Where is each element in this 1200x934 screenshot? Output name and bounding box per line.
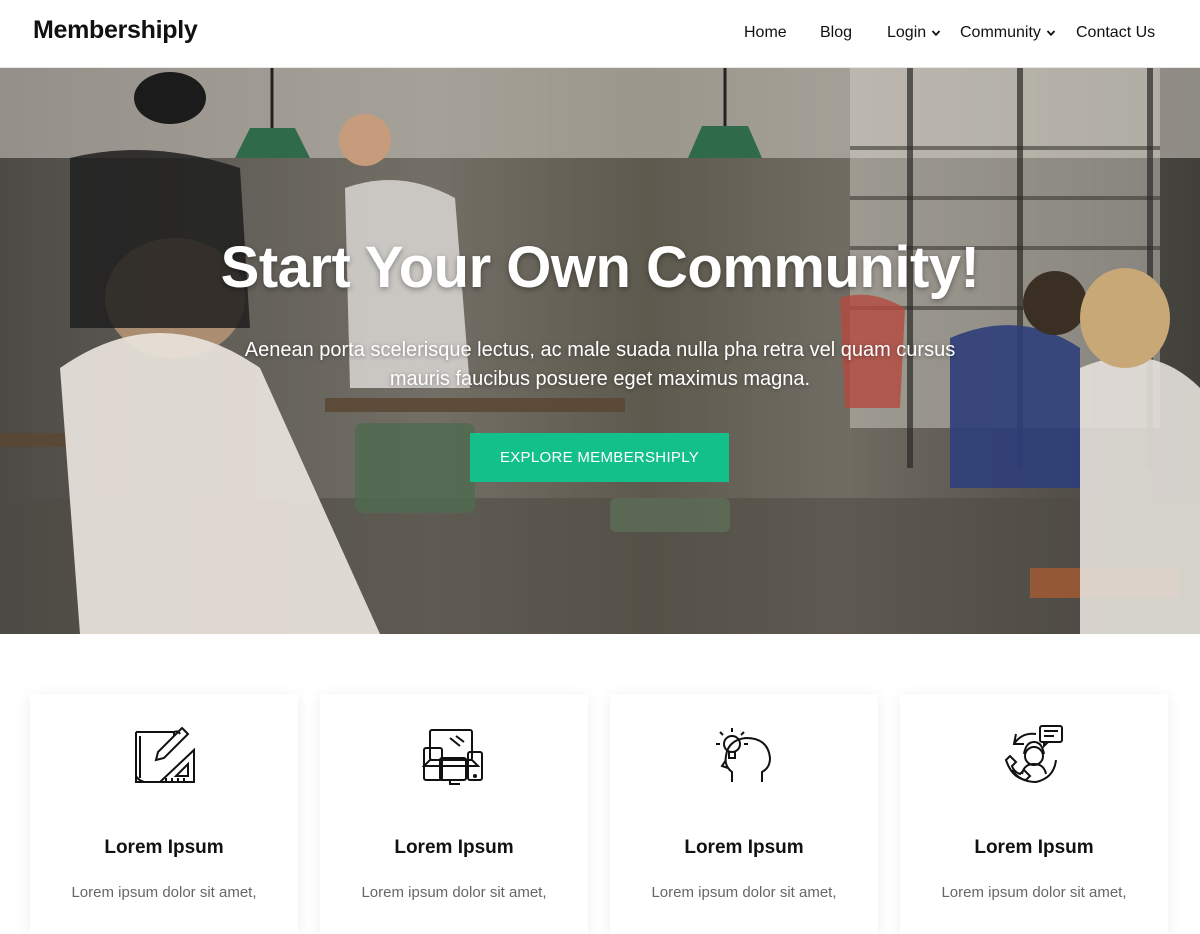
feature-text: Lorem ipsum dolor sit amet, <box>651 884 837 901</box>
blueprint-design-icon <box>135 726 195 783</box>
nav-item-blog[interactable]: Blog <box>820 24 852 42</box>
feature-card: Lorem Ipsum Lorem ipsum dolor sit amet, <box>900 694 1168 934</box>
feature-title: Lorem Ipsum <box>684 837 804 858</box>
explore-membershiply-button[interactable]: EXPLORE MEMBERSHIPLY <box>470 433 729 482</box>
feature-text: Lorem ipsum dolor sit amet, <box>941 884 1127 901</box>
nav-item-label: Home <box>744 24 787 41</box>
chevron-down-icon <box>1046 30 1056 37</box>
feature-card: Lorem Ipsum Lorem ipsum dolor sit amet, <box>320 694 588 934</box>
nav-item-label: Blog <box>820 24 853 41</box>
nav-item-community[interactable]: Community <box>960 24 1056 42</box>
feature-title: Lorem Ipsum <box>104 837 224 858</box>
nav-item-label: Community <box>960 24 1041 41</box>
feature-card: Lorem Ipsum Lorem ipsum dolor sit amet, <box>30 694 298 934</box>
feature-text: Lorem ipsum dolor sit amet, <box>71 884 257 901</box>
feature-title: Lorem Ipsum <box>974 837 1094 858</box>
feature-card: Lorem Ipsum Lorem ipsum dolor sit amet, <box>610 694 878 934</box>
features-section: Lorem Ipsum Lorem ipsum dolor sit amet, … <box>0 634 1200 934</box>
feature-title: Lorem Ipsum <box>394 837 514 858</box>
nav-item-label: Contact Us <box>1076 24 1156 41</box>
nav-item-label: Login <box>887 24 927 41</box>
feature-text: Lorem ipsum dolor sit amet, <box>361 884 547 901</box>
hero-subtitle: Aenean porta scelerisque lectus, ac male… <box>244 339 956 390</box>
nav-item-login[interactable]: Login <box>887 24 941 42</box>
nav-item-contact-us[interactable]: Contact Us <box>1076 24 1155 42</box>
site-header: Membershiply Home Blog Login Community C… <box>0 0 1200 68</box>
devices-icon <box>421 729 483 785</box>
hero-title: Start Your Own Community! <box>220 235 980 300</box>
customer-support-icon <box>1004 725 1063 784</box>
hero-banner: Start Your Own Community! Aenean porta s… <box>0 68 1200 634</box>
site-logo[interactable]: Membershiply <box>33 16 198 45</box>
nav-item-home[interactable]: Home <box>744 24 787 42</box>
head-idea-lightbulb-icon <box>716 728 772 782</box>
chevron-down-icon <box>931 30 941 37</box>
